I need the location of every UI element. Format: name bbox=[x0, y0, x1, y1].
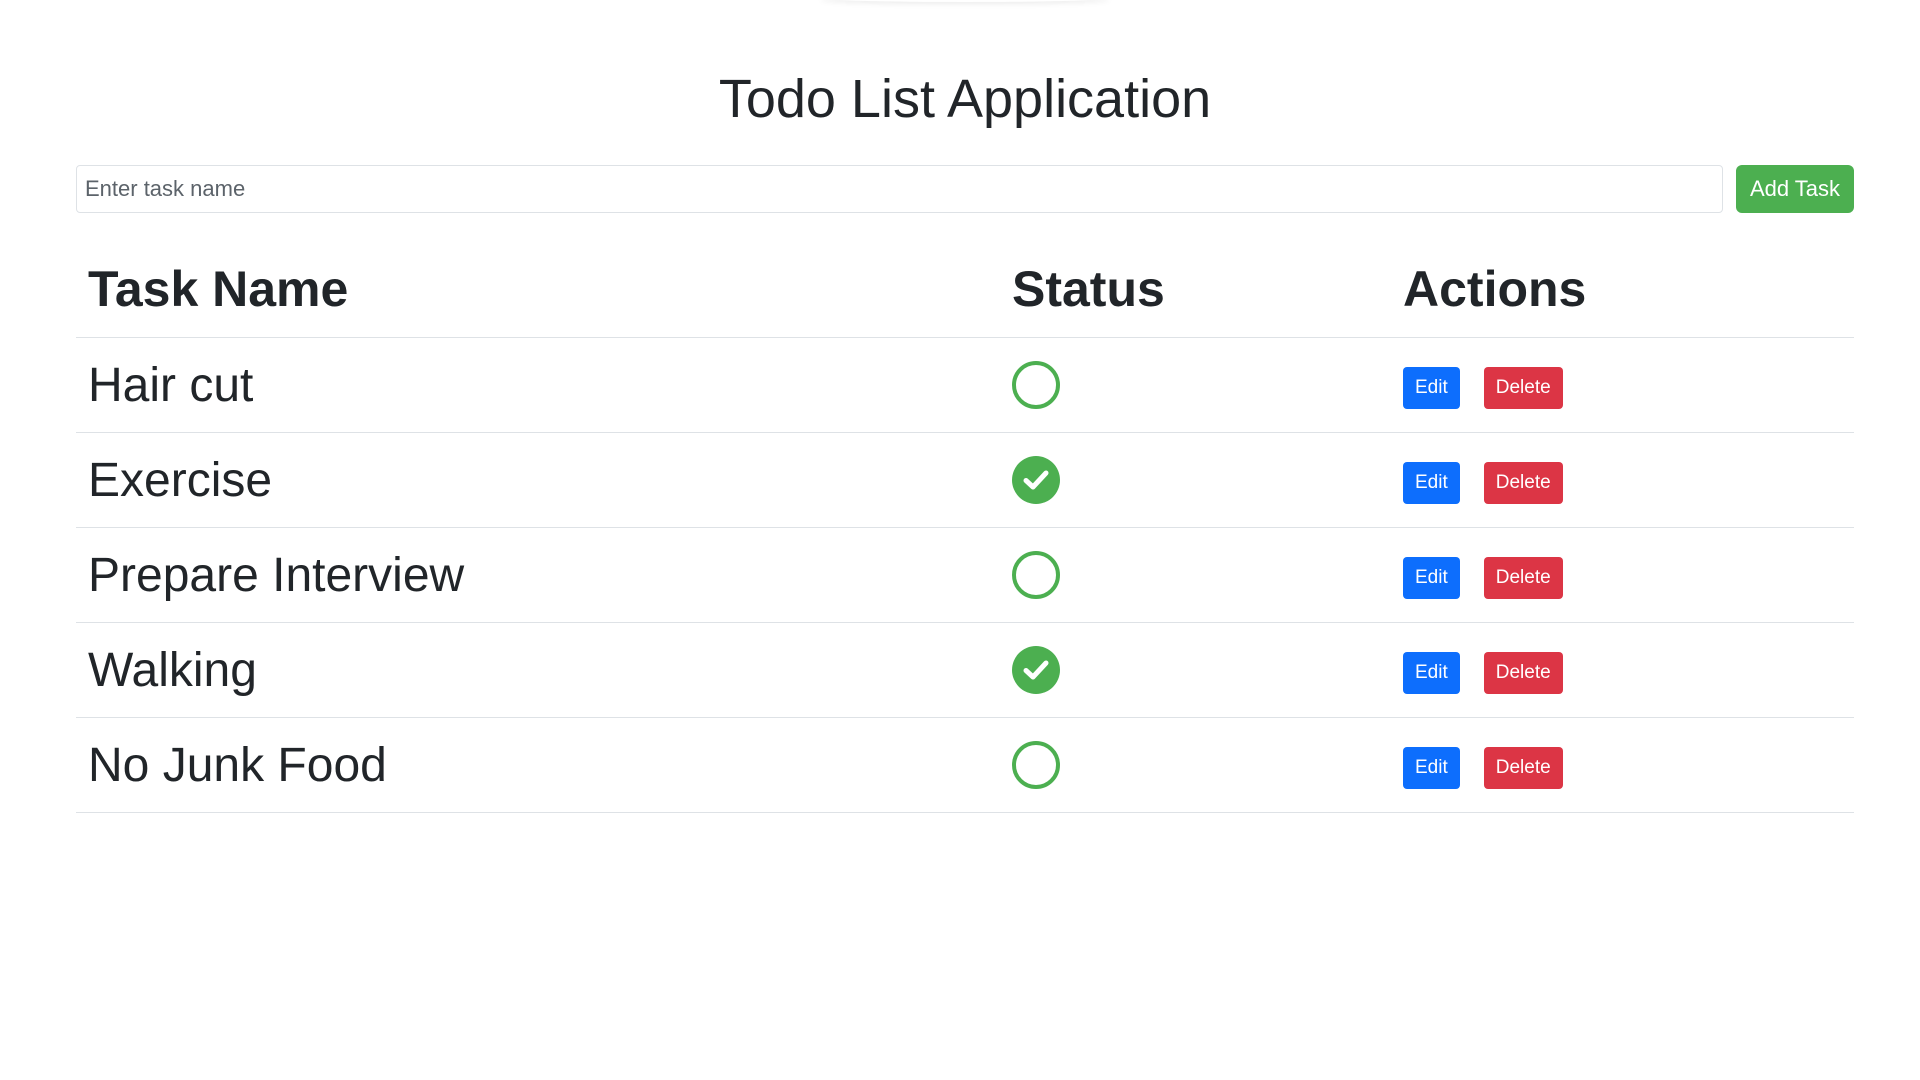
table-header-row: Task Name Status Actions bbox=[76, 240, 1854, 338]
table-row: Exercise Edit Delete bbox=[76, 432, 1854, 528]
table-row: Hair cut Edit Delete bbox=[76, 337, 1854, 433]
table-row: Prepare Interview Edit Delete bbox=[76, 527, 1854, 623]
circle-outline-icon[interactable] bbox=[1012, 741, 1060, 789]
edit-button[interactable]: Edit bbox=[1403, 557, 1460, 599]
edit-button[interactable]: Edit bbox=[1403, 652, 1460, 694]
column-header-task-name: Task Name bbox=[76, 240, 1000, 338]
app-container: Todo List Application Add Task Task Name… bbox=[76, 0, 1854, 813]
column-header-actions: Actions bbox=[1391, 240, 1854, 338]
edit-button[interactable]: Edit bbox=[1403, 367, 1460, 409]
delete-button[interactable]: Delete bbox=[1483, 462, 1563, 504]
column-header-status: Status bbox=[1000, 240, 1391, 338]
circle-outline-icon[interactable] bbox=[1012, 361, 1060, 409]
delete-button[interactable]: Delete bbox=[1483, 652, 1563, 694]
delete-button[interactable]: Delete bbox=[1483, 367, 1563, 409]
edit-button[interactable]: Edit bbox=[1403, 747, 1460, 789]
table-row: No Junk Food Edit Delete bbox=[76, 717, 1854, 813]
circle-outline-icon[interactable] bbox=[1012, 551, 1060, 599]
table-row: Walking Edit Delete bbox=[76, 622, 1854, 718]
task-name-input[interactable] bbox=[76, 165, 1723, 213]
edit-button[interactable]: Edit bbox=[1403, 462, 1460, 504]
task-name: Prepare Interview bbox=[88, 548, 465, 602]
check-circle-icon[interactable] bbox=[1012, 456, 1060, 504]
check-circle-icon[interactable] bbox=[1012, 646, 1060, 694]
delete-button[interactable]: Delete bbox=[1483, 557, 1563, 599]
delete-button[interactable]: Delete bbox=[1483, 747, 1563, 789]
add-task-button[interactable]: Add Task bbox=[1736, 165, 1854, 213]
task-table: Task Name Status Actions Hair cut Edit De… bbox=[76, 240, 1854, 813]
add-task-form: Add Task bbox=[76, 165, 1854, 213]
task-name: Walking bbox=[88, 643, 257, 697]
task-name: Hair cut bbox=[88, 358, 254, 412]
task-name: No Junk Food bbox=[88, 738, 387, 792]
page-title: Todo List Application bbox=[718, 69, 1212, 129]
task-name: Exercise bbox=[88, 453, 273, 507]
